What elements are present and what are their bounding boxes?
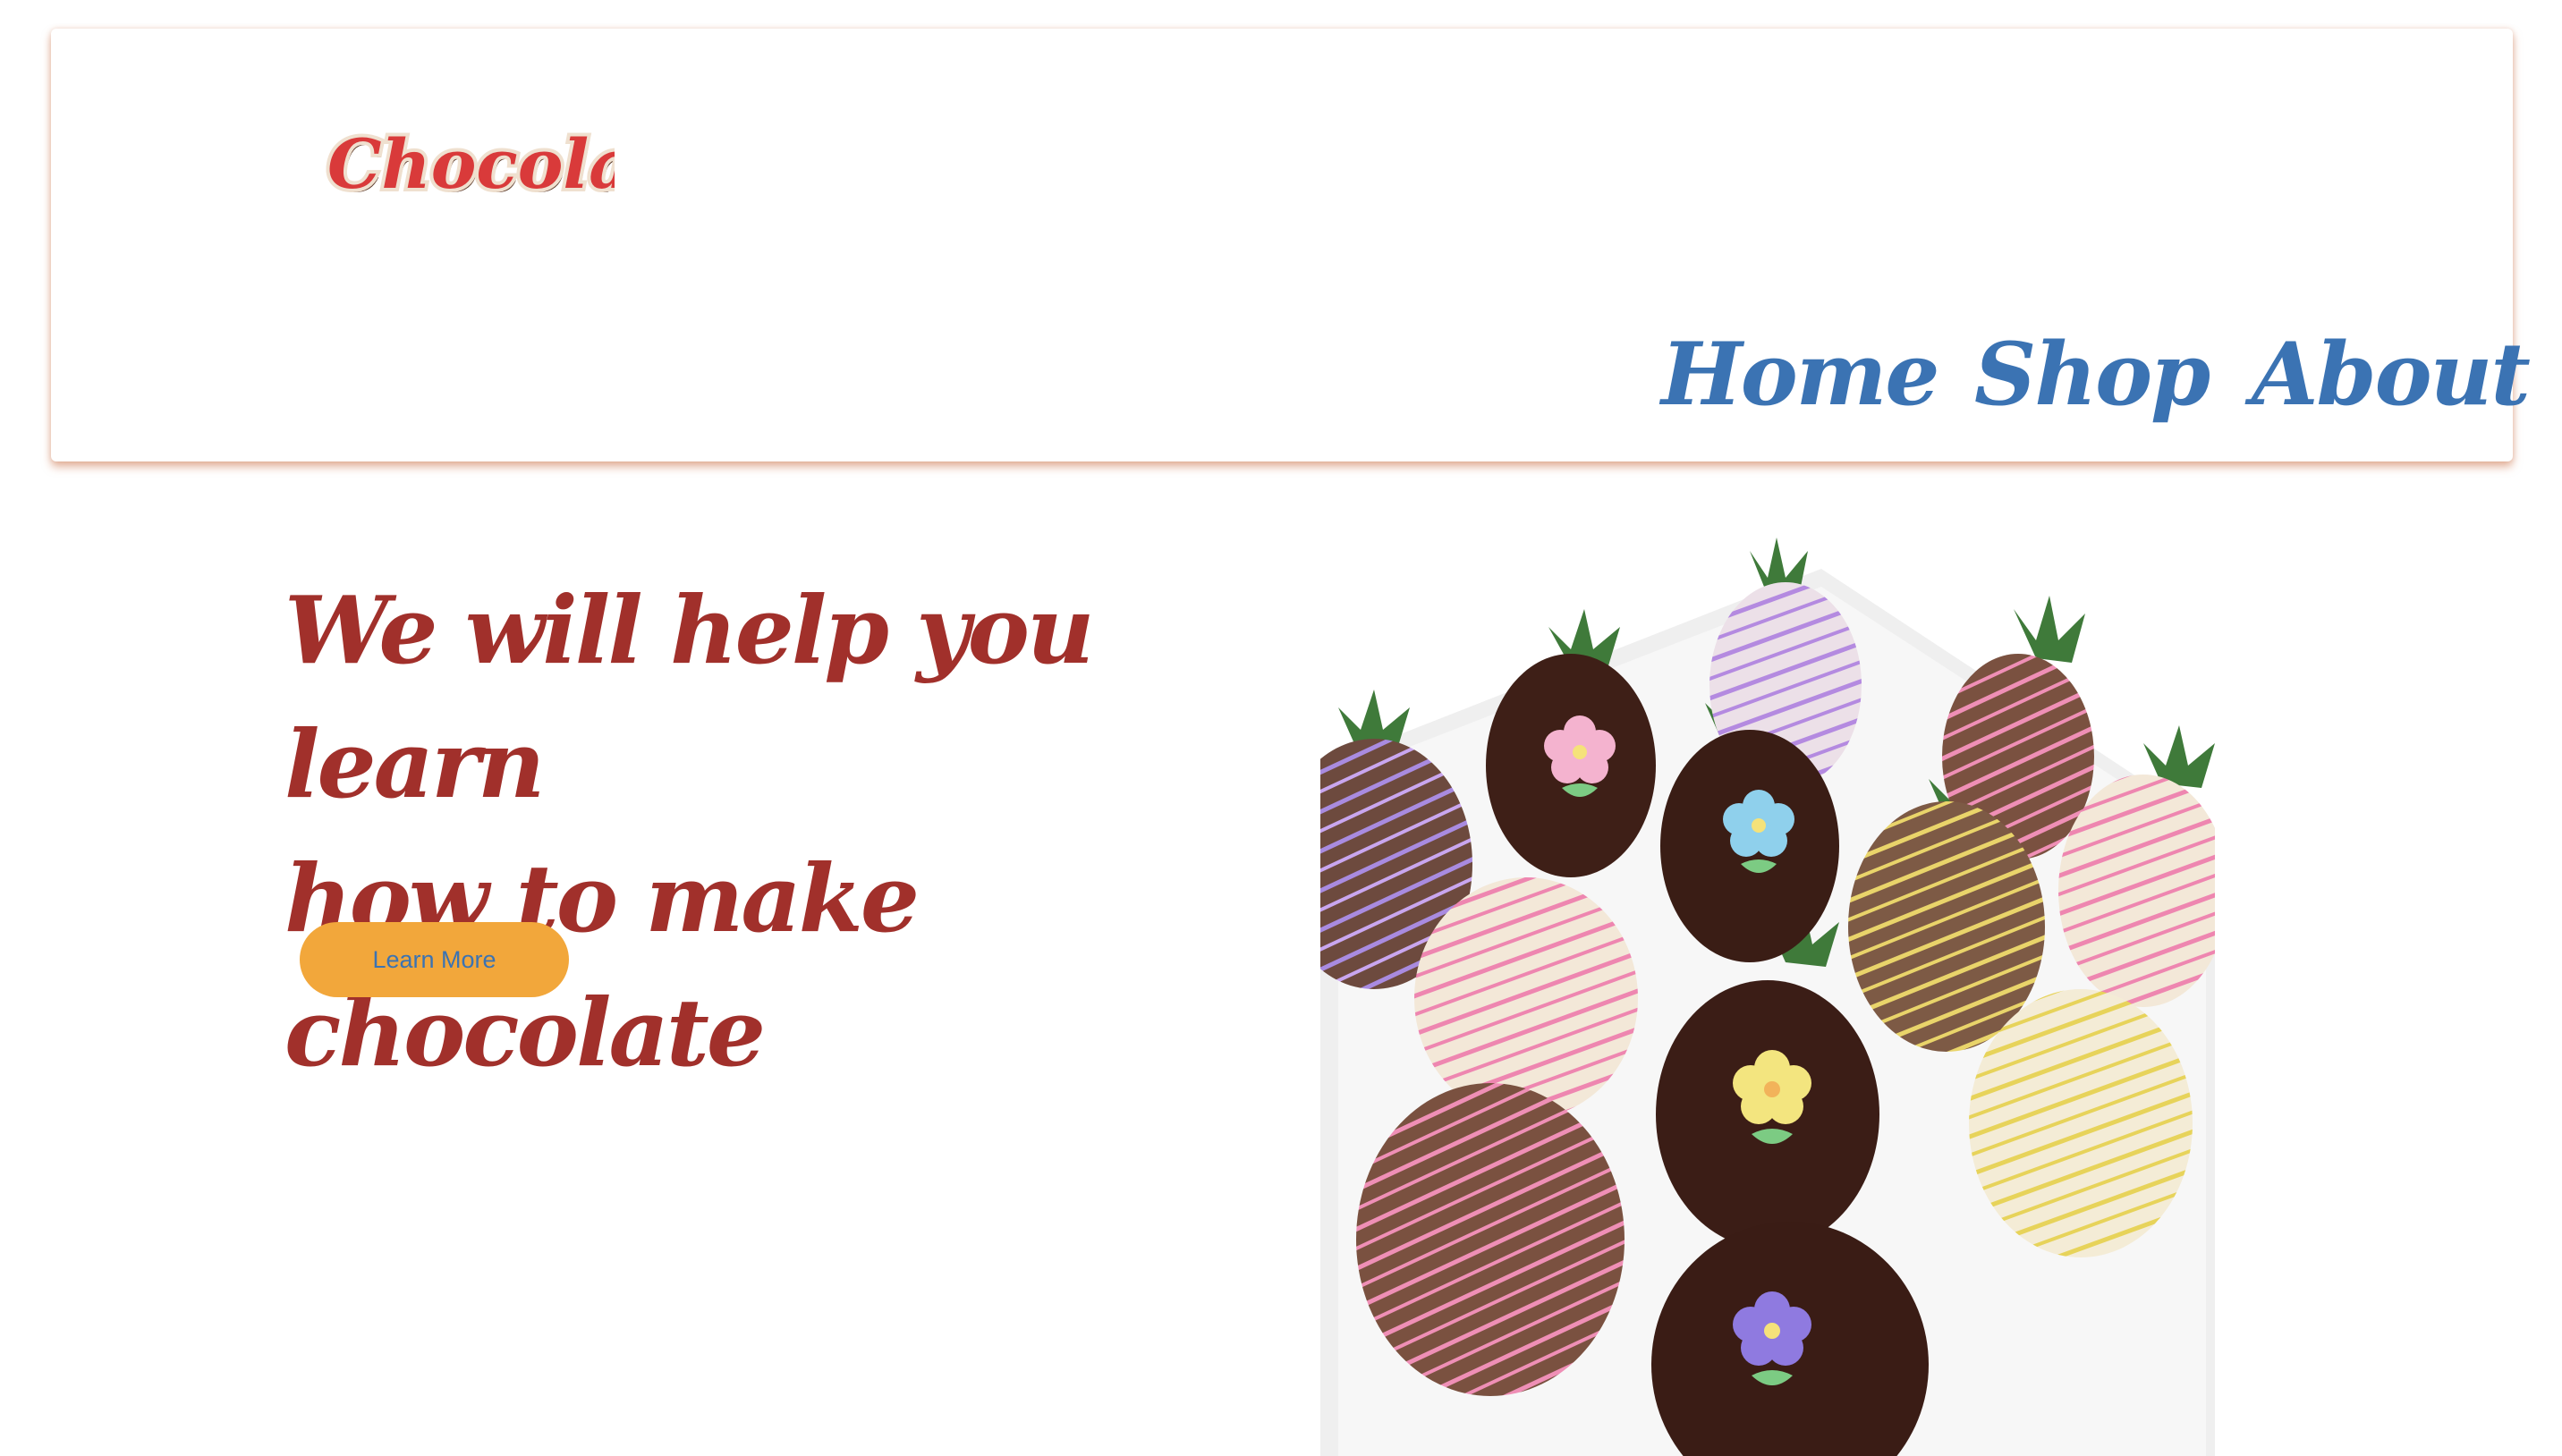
- strawberry: [1356, 1083, 1625, 1396]
- strawberry: [1848, 801, 2045, 1052]
- brand-logo[interactable]: Chocolate Chocolate Chocolate: [319, 109, 615, 225]
- strawberry: [1969, 989, 2193, 1257]
- learn-more-button[interactable]: Learn More: [300, 922, 569, 997]
- hero-title-line-1: We will help you learn: [284, 575, 1095, 819]
- strawberry: [1414, 877, 1638, 1119]
- site-header: Chocolate Chocolate Chocolate Home Shop …: [51, 29, 2531, 461]
- nav-home[interactable]: Home: [1661, 324, 1939, 431]
- dipped-strawberries-illustration: [1320, 538, 2215, 1456]
- page: Chocolate Chocolate Chocolate Home Shop …: [0, 0, 2562, 1456]
- hero-title: We will help you learn how to make choco…: [284, 563, 1268, 1100]
- logo-text: Chocolate: [327, 124, 615, 204]
- strawberries-image: [1320, 533, 2215, 1456]
- nav-about[interactable]: About: [2252, 324, 2531, 431]
- nav-shop[interactable]: Shop: [1974, 324, 2210, 431]
